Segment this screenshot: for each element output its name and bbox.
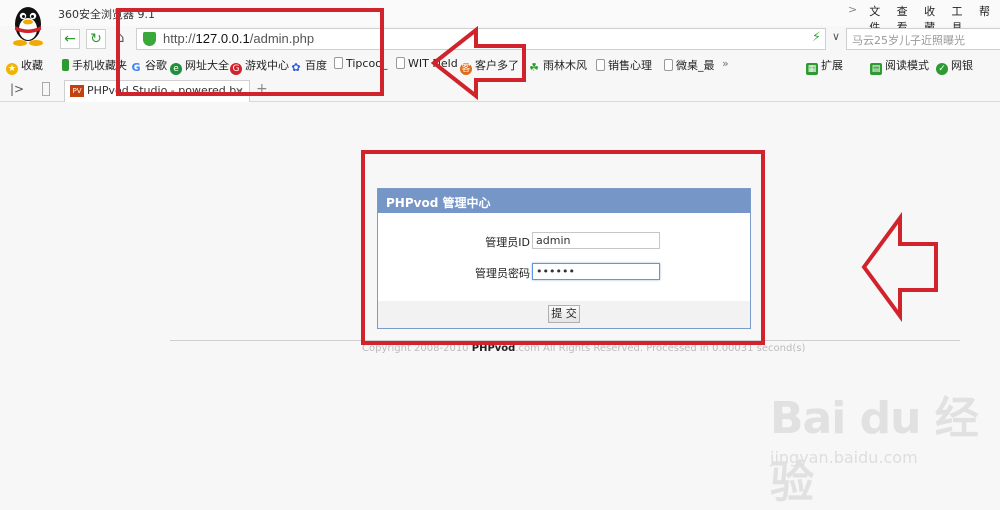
- left-arrow-annotation: [430, 26, 526, 100]
- reader-mode-button[interactable]: ▤ 阅读模式: [870, 57, 929, 75]
- phone-icon: [62, 59, 69, 71]
- star-icon: ★: [6, 63, 18, 75]
- page-icon: [664, 59, 673, 71]
- watermark-url: jingyan.baidu.com: [770, 448, 918, 467]
- bookmark-weizhuo[interactable]: 微桌_最: [664, 57, 715, 73]
- watermark-brand: Bai du 经验: [770, 393, 979, 508]
- page-icon: [396, 57, 405, 69]
- bookmark-sales-psychology[interactable]: 销售心理: [596, 57, 652, 73]
- bookmark-ylmf[interactable]: ☘ 雨林木风: [528, 57, 587, 74]
- extensions-button[interactable]: ▦ 扩展: [806, 57, 843, 75]
- login-highlight-box: [361, 150, 765, 345]
- bookmark-more-chevron[interactable]: »: [722, 57, 729, 70]
- tab-list-icon[interactable]: [42, 82, 50, 96]
- left-arrow-annotation-2: [861, 212, 938, 322]
- back-button[interactable]: ←: [60, 29, 80, 49]
- search-input[interactable]: 马云25岁儿子近照曝光: [846, 28, 1000, 50]
- extension-icon: ▦: [806, 63, 818, 75]
- address-highlight-box: [116, 8, 384, 96]
- bookmark-favorites[interactable]: ★ 收藏: [6, 57, 43, 75]
- reload-button[interactable]: ↻: [86, 29, 106, 49]
- reader-icon: ▤: [870, 63, 882, 75]
- baidu-jingyan-watermark: Bai du 经验 jingyan.baidu.com: [770, 382, 1000, 508]
- phpvod-favicon-icon: PV: [70, 85, 84, 97]
- speed-mode-bolt-icon[interactable]: ⚡: [812, 30, 821, 45]
- bank-icon: ✓: [936, 63, 948, 75]
- sidebar-toggle-icon[interactable]: |>: [10, 82, 24, 96]
- address-dropdown-icon[interactable]: ∨: [828, 30, 844, 50]
- page-icon: [596, 59, 605, 71]
- online-banking-button[interactable]: ✓ 网银: [936, 57, 973, 75]
